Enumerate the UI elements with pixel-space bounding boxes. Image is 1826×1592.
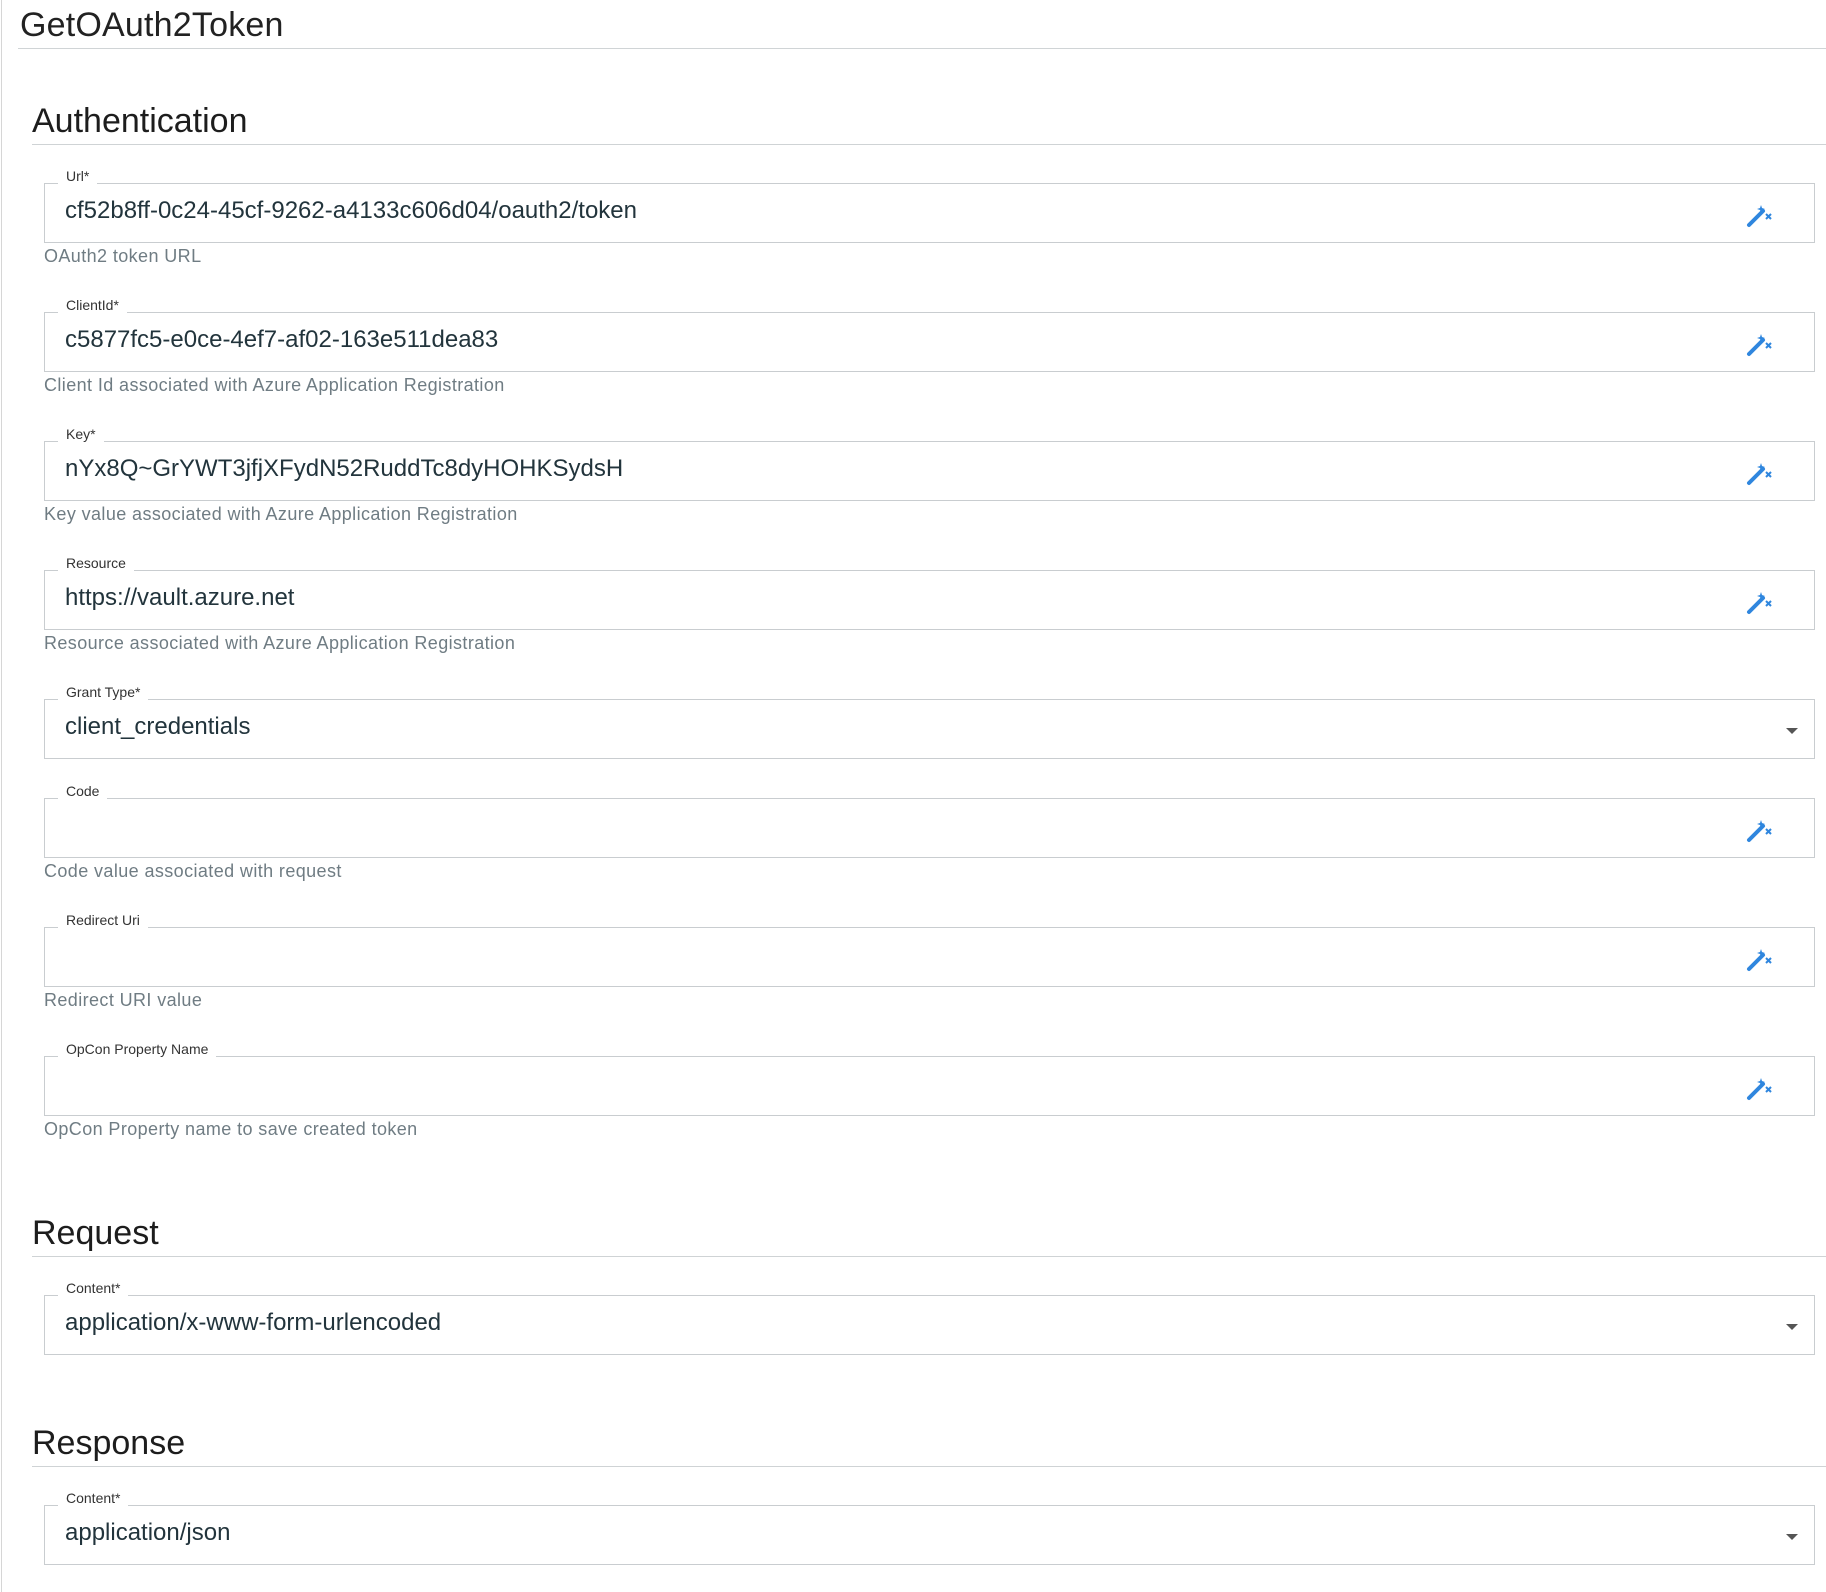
grant-type-label: Grant Type* [58, 682, 149, 702]
redirect-uri-helper: Redirect URI value [44, 990, 203, 1010]
key-value[interactable]: nYx8Q~GrYWT3jfjXFydN52RuddTc8dyHOHKSydsH [65, 455, 623, 483]
magic-wand-icon[interactable] [1746, 815, 1774, 843]
response-content-label: Content* [58, 1488, 129, 1508]
resource-value[interactable]: https://vault.azure.net [65, 584, 294, 612]
url-value[interactable]: cf52b8ff-0c24-45cf-9262-a4133c606d04/oau… [65, 197, 637, 225]
url-field[interactable]: Url* cf52b8ff-0c24-45cf-9262-a4133c606d0… [44, 166, 1815, 243]
resource-field[interactable]: Resource https://vault.azure.net [44, 553, 1815, 630]
section-divider-authentication [32, 144, 1826, 145]
section-title-response: Response [32, 1424, 186, 1462]
redirect-uri-label: Redirect Uri [58, 910, 148, 930]
task-form-page: GetOAuth2Token Authentication Url* cf52b… [0, 0, 1826, 1592]
chevron-down-icon[interactable] [1786, 1534, 1798, 1540]
grant-type-value[interactable]: client_credentials [65, 713, 250, 741]
chevron-down-icon[interactable] [1786, 728, 1798, 734]
page-title: GetOAuth2Token [20, 6, 284, 44]
request-content-select[interactable]: Content* application/x-www-form-urlencod… [44, 1278, 1815, 1355]
request-content-value[interactable]: application/x-www-form-urlencoded [65, 1309, 441, 1337]
grant-type-select[interactable]: Grant Type* client_credentials [44, 682, 1815, 759]
magic-wand-icon[interactable] [1746, 458, 1774, 486]
chevron-down-icon[interactable] [1786, 1324, 1798, 1330]
client-id-value[interactable]: c5877fc5-e0ce-4ef7-af02-163e511dea83 [65, 326, 498, 354]
key-helper: Key value associated with Azure Applicat… [44, 504, 518, 524]
response-content-select[interactable]: Content* application/json [44, 1488, 1815, 1565]
opcon-property-name-field[interactable]: OpCon Property Name [44, 1039, 1815, 1116]
magic-wand-icon[interactable] [1746, 944, 1774, 972]
code-label: Code [58, 781, 108, 801]
code-helper: Code value associated with request [44, 861, 342, 881]
magic-wand-icon[interactable] [1746, 587, 1774, 615]
section-divider-response [32, 1466, 1826, 1467]
magic-wand-icon[interactable] [1746, 1073, 1774, 1101]
resource-helper: Resource associated with Azure Applicati… [44, 633, 516, 653]
key-field[interactable]: Key* nYx8Q~GrYWT3jfjXFydN52RuddTc8dyHOHK… [44, 424, 1815, 501]
section-title-request: Request [32, 1214, 159, 1252]
client-id-helper: Client Id associated with Azure Applicat… [44, 375, 505, 395]
url-label: Url* [58, 166, 98, 186]
response-content-value[interactable]: application/json [65, 1519, 230, 1547]
code-field[interactable]: Code [44, 781, 1815, 858]
client-id-label: ClientId* [58, 295, 127, 315]
redirect-uri-field[interactable]: Redirect Uri [44, 910, 1815, 987]
left-border [1, 0, 2, 1592]
opcon-property-name-helper: OpCon Property name to save created toke… [44, 1119, 418, 1139]
magic-wand-icon[interactable] [1746, 200, 1774, 228]
resource-label: Resource [58, 553, 134, 573]
key-label: Key* [58, 424, 104, 444]
client-id-field[interactable]: ClientId* c5877fc5-e0ce-4ef7-af02-163e51… [44, 295, 1815, 372]
url-helper: OAuth2 token URL [44, 246, 202, 266]
section-title-authentication: Authentication [32, 102, 248, 140]
section-divider-request [32, 1256, 1826, 1257]
header-divider [18, 48, 1826, 49]
magic-wand-icon[interactable] [1746, 329, 1774, 357]
opcon-property-name-label: OpCon Property Name [58, 1039, 217, 1059]
request-content-label: Content* [58, 1278, 129, 1298]
